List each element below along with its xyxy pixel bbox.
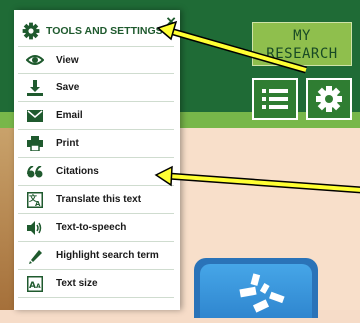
text-size-icon: AA: [26, 275, 44, 293]
tools-menu: View Save Email Print Citations 文 A Tran…: [14, 46, 180, 298]
menu-item-print[interactable]: Print: [18, 130, 174, 158]
svg-text:A: A: [36, 283, 41, 290]
menu-item-citations[interactable]: Citations: [18, 158, 174, 186]
svg-text:A: A: [35, 200, 41, 208]
eye-icon: [26, 51, 44, 69]
speaker-icon: [26, 219, 44, 237]
menu-item-text-size[interactable]: AA Text size: [18, 270, 174, 298]
envelope-icon: [26, 107, 44, 125]
my-research-label-line2: RESEARCH: [266, 46, 338, 62]
menu-item-email[interactable]: Email: [18, 102, 174, 130]
panel-header: TOOLS AND SETTINGS ×: [14, 12, 180, 46]
menu-item-label: Highlight search term: [56, 250, 159, 261]
download-icon: [26, 79, 44, 97]
settings-button[interactable]: [306, 78, 352, 120]
printer-icon: [26, 135, 44, 153]
menu-item-label: Email: [56, 110, 83, 121]
gear-icon: [22, 22, 40, 40]
menu-item-label: Text size: [56, 278, 98, 289]
menu-item-label: Translate this text: [56, 194, 142, 205]
menu-item-label: View: [56, 54, 79, 66]
panel-title: TOOLS AND SETTINGS: [46, 25, 163, 37]
menu-item-label: Save: [56, 82, 80, 93]
menu-item-view[interactable]: View: [18, 46, 174, 74]
menu-item-label: Citations: [56, 166, 99, 177]
menu-item-translate[interactable]: 文A Translate this text: [18, 186, 174, 214]
menu-item-highlight[interactable]: Highlight search term: [18, 242, 174, 270]
app-tile[interactable]: [194, 258, 318, 318]
gear-icon: [316, 86, 342, 112]
close-button[interactable]: ×: [166, 12, 176, 32]
my-research-label-line1: MY: [293, 28, 311, 44]
background-image-strip: [0, 128, 14, 310]
menu-item-label: Print: [56, 138, 79, 149]
menu-item-save[interactable]: Save: [18, 74, 174, 102]
highlighter-icon: [26, 247, 44, 265]
menu-item-text-to-speech[interactable]: Text-to-speech: [18, 214, 174, 242]
svg-text:A: A: [29, 281, 36, 291]
menu-item-label: Text-to-speech: [56, 222, 127, 233]
list-button[interactable]: [252, 78, 298, 120]
list-icon: [262, 89, 288, 109]
tools-and-settings-panel: TOOLS AND SETTINGS × View Save Email Pri…: [14, 10, 180, 310]
my-research-button[interactable]: MY RESEARCH: [252, 22, 352, 66]
translate-icon: 文A: [26, 191, 44, 209]
quote-icon: [26, 163, 44, 181]
